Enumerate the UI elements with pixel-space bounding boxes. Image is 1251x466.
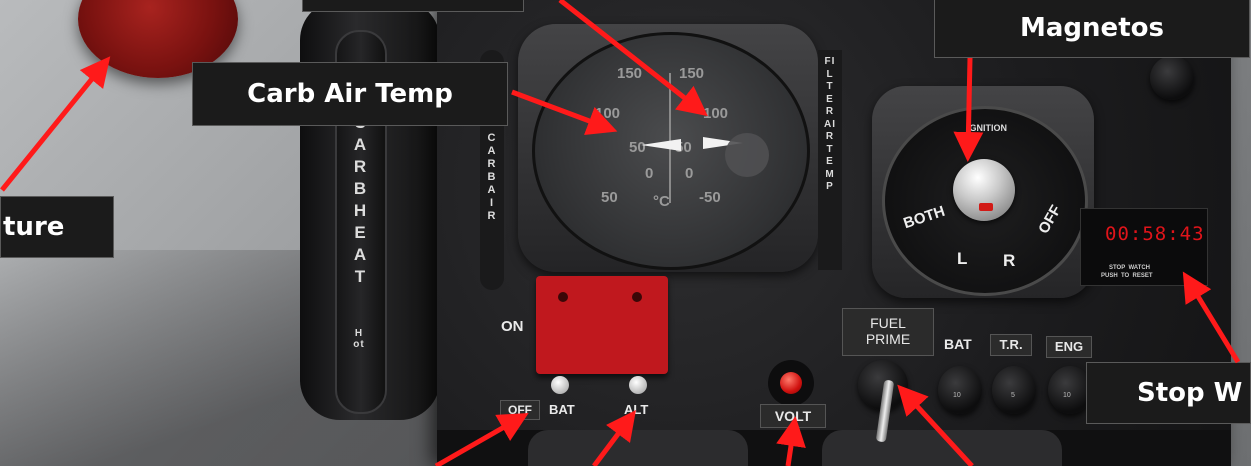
callout-arrows xyxy=(0,0,1241,466)
arrow-magnetos xyxy=(953,57,984,162)
cockpit-scene: CARB HEAT Hot 150 100 50 0 50 150 100 50… xyxy=(0,0,1251,466)
arrow-fuel-prime xyxy=(897,384,974,466)
arrow-volt xyxy=(776,416,806,466)
arrow-carb-air-temp xyxy=(511,89,618,136)
arrow-top-gauge xyxy=(558,0,708,117)
arrow-lower-gauge xyxy=(592,410,636,466)
arrow-mixture xyxy=(0,56,111,192)
arrow-off xyxy=(434,413,529,466)
arrow-stop-watch xyxy=(1182,271,1241,364)
